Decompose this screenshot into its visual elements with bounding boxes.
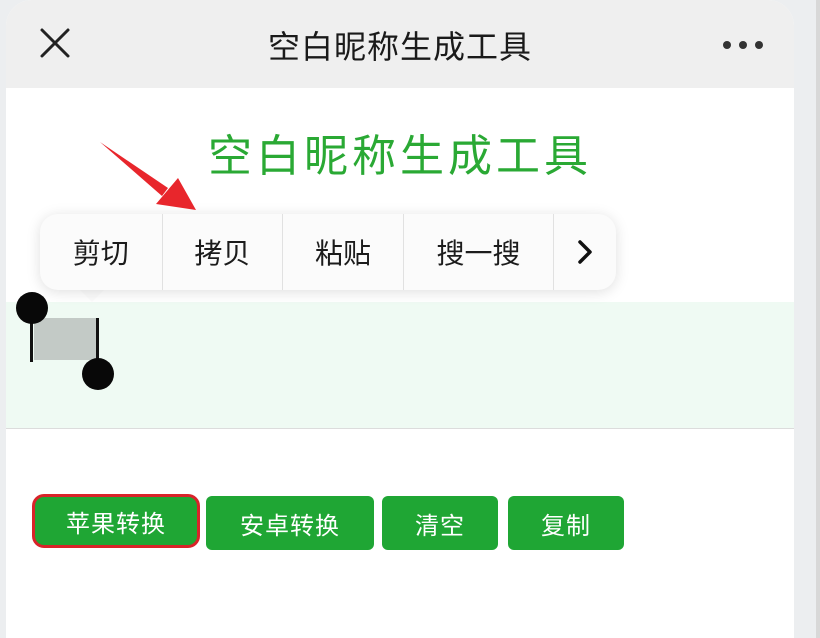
- annotation-arrow-icon: [100, 142, 196, 210]
- nav-title: 空白昵称生成工具: [267, 28, 532, 66]
- text-selection: [34, 318, 98, 360]
- chevron-right-icon: [578, 240, 592, 264]
- nickname-input-area[interactable]: [6, 302, 794, 429]
- selection-handle-start[interactable]: [16, 292, 48, 324]
- android-convert-button[interactable]: 安卓转换: [206, 496, 374, 550]
- scrollbar[interactable]: [816, 0, 820, 638]
- more-icon[interactable]: [720, 30, 766, 60]
- context-menu: 剪切 拷贝 粘贴 搜一搜: [40, 214, 616, 290]
- context-menu-more[interactable]: [554, 214, 616, 290]
- menu-item-search[interactable]: 搜一搜: [404, 214, 555, 290]
- copy-button[interactable]: 复制: [508, 496, 624, 550]
- selection-handle-end[interactable]: [82, 358, 114, 390]
- title-bar: 空白昵称生成工具: [6, 0, 794, 88]
- menu-item-copy[interactable]: 拷贝: [163, 214, 284, 290]
- clear-button[interactable]: 清空: [382, 496, 498, 550]
- app-window: 空白昵称生成工具 空白昵称生成工具 剪切 拷贝 粘贴 搜一搜 苹果转换 安卓转换…: [6, 0, 794, 638]
- menu-item-cut[interactable]: 剪切: [40, 214, 163, 290]
- apple-convert-button[interactable]: 苹果转换: [32, 494, 200, 548]
- menu-item-paste[interactable]: 粘贴: [283, 214, 404, 290]
